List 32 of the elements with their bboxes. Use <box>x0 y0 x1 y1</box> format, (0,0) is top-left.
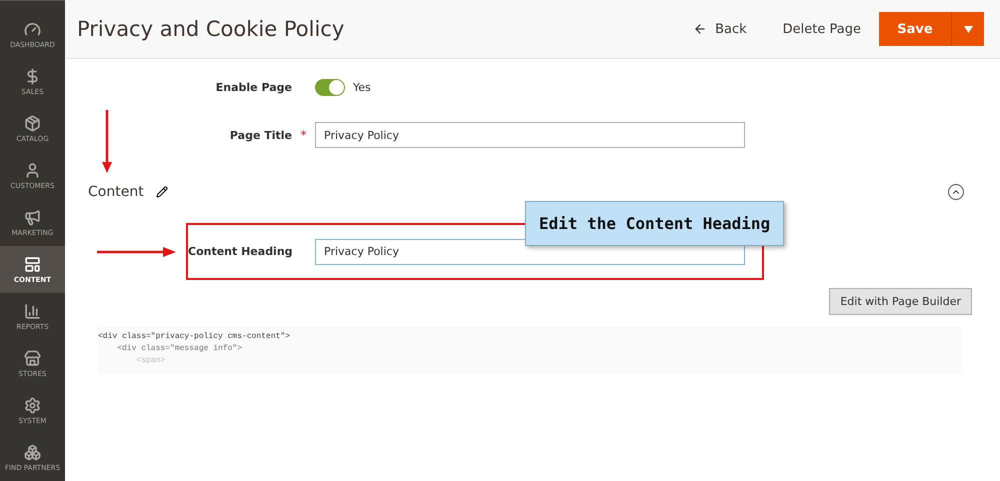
caret-icon <box>964 26 972 32</box>
bar-chart-icon <box>24 302 41 320</box>
arrow-left-icon <box>693 22 708 36</box>
save-options-button[interactable] <box>951 12 984 46</box>
save-button[interactable]: Save <box>879 12 951 46</box>
code-line: <div class="message info"> <box>116 343 244 355</box>
box-icon <box>24 114 41 132</box>
store-icon <box>24 350 41 366</box>
collapse-button[interactable] <box>948 184 964 200</box>
page-builder-button[interactable]: Edit with Page Builder <box>829 288 972 315</box>
down-arrow <box>101 110 113 174</box>
page-title: Privacy and Cookie Policy <box>77 17 346 41</box>
toggle-value: Yes <box>353 80 371 94</box>
person-icon <box>24 162 41 178</box>
field-label: Enable Page <box>214 80 292 94</box>
delete-page-button[interactable]: Delete Page <box>764 22 879 36</box>
field-label: Page Title <box>228 128 292 142</box>
page-title-field[interactable]: Privacy Policy <box>315 122 745 148</box>
code-line: <span> <box>135 355 166 367</box>
enable-toggle[interactable] <box>315 78 345 96</box>
section-title: Content <box>88 184 144 200</box>
layout-icon <box>24 256 41 272</box>
back-button[interactable]: Back <box>675 22 765 36</box>
gauge-icon <box>24 20 41 38</box>
blocks-icon <box>24 444 41 460</box>
settings-icon <box>24 396 41 414</box>
megaphone-icon <box>24 208 41 226</box>
code-line: <div class="privacy-policy cms-content"> <box>98 331 292 343</box>
callout-tooltip: Edit the Content Heading <box>525 201 784 246</box>
field-label: Content Heading <box>188 245 292 258</box>
pencil-icon <box>156 186 168 198</box>
required-mark: * <box>300 128 308 142</box>
